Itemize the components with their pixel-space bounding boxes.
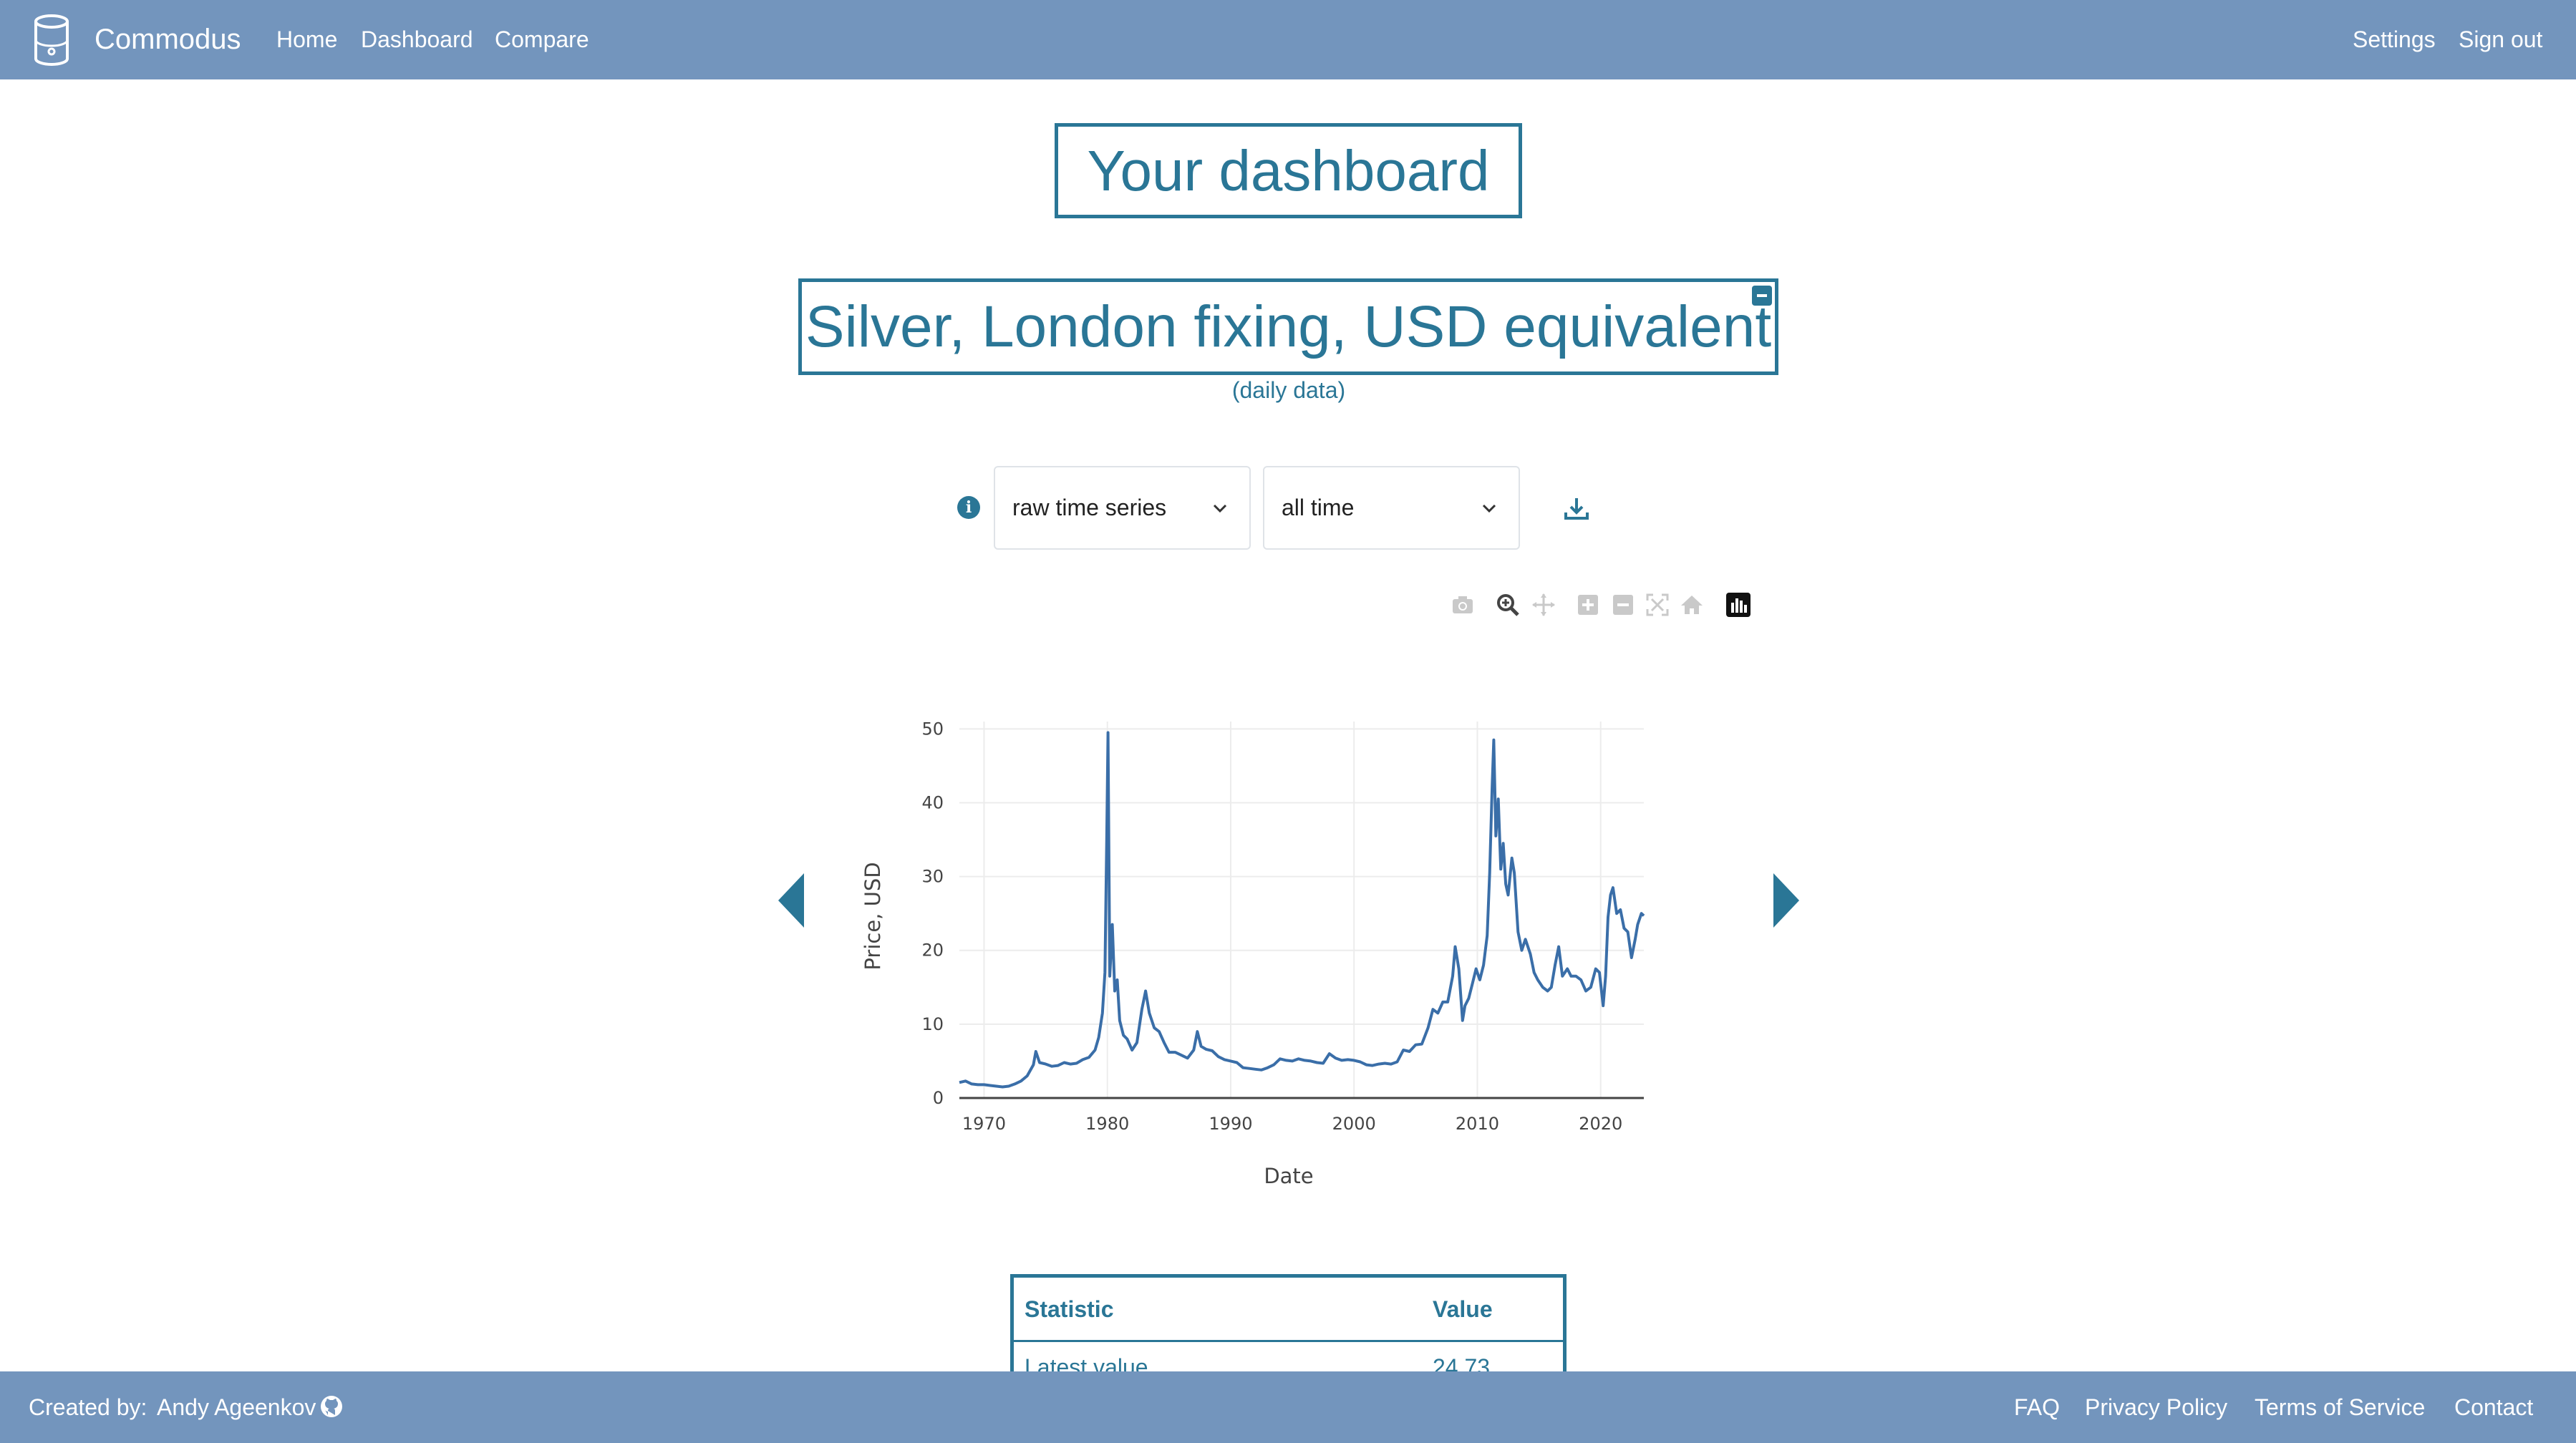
statistics-table: Statistic Value Latest value 24.73 [1010,1274,1567,1374]
y-tick-label: 10 [921,1014,944,1034]
y-tick-label: 0 [933,1088,944,1108]
price-chart[interactable]: 1970 1980 1990 2000 2010 2020 0 10 20 30 40 50 Date… [823,687,1668,1202]
transform-select[interactable]: raw time series [994,466,1251,550]
zoom-icon[interactable] [1494,591,1521,618]
range-select-value: all time [1282,495,1355,520]
chart-grid [959,722,1644,1098]
y-tick-label: 30 [921,867,944,887]
top-navbar: Commodus Home Dashboard Compare Settings… [0,0,2576,79]
zoom-out-icon[interactable] [1609,591,1637,618]
y-tick-label: 40 [921,792,944,812]
x-axis-label: Date [1264,1164,1313,1188]
nav-home-link[interactable]: Home [276,24,337,54]
y-tick-label: 50 [921,719,944,739]
transform-select-value: raw time series [1012,495,1167,520]
nav-dashboard-link[interactable]: Dashboard [361,24,473,54]
pan-icon[interactable] [1530,591,1557,618]
statistic-column-header: Statistic [1025,1296,1114,1322]
frequency-subtitle: (daily data) [1231,377,1346,403]
info-icon[interactable]: i [957,496,980,519]
author-link[interactable]: Andy Ageenkov [157,1393,316,1422]
value-column-header: Value [1433,1296,1493,1322]
camera-icon[interactable] [1449,591,1476,618]
database-logo-icon[interactable] [29,11,74,69]
footer-contact-link[interactable]: Contact [2454,1393,2533,1422]
series-title: Silver, London fixing, USD equivalent [798,278,1778,375]
autoscale-icon[interactable] [1644,591,1671,618]
footer-terms-link[interactable]: Terms of Service [2255,1393,2425,1422]
chevron-down-icon [1213,504,1227,513]
previous-chart-arrow-icon[interactable] [775,872,807,929]
footer-faq-link[interactable]: FAQ [2014,1393,2060,1422]
x-tick-label: 2000 [1332,1114,1376,1134]
footer-privacy-link[interactable]: Privacy Policy [2085,1393,2227,1422]
plotly-logo-icon[interactable] [1725,591,1752,618]
next-chart-arrow-icon[interactable] [1771,872,1802,929]
nav-settings-link[interactable]: Settings [2353,24,2436,54]
x-tick-label: 1970 [962,1114,1006,1134]
brand-name[interactable]: Commodus [95,21,241,57]
y-axis-label: Price, USD [861,862,885,970]
zoom-in-icon[interactable] [1574,591,1602,618]
chart-line-layer [959,731,1645,1089]
download-icon[interactable] [1561,494,1592,524]
x-tick-label: 2010 [1456,1114,1499,1134]
x-tick-label: 1990 [1209,1114,1252,1134]
collapse-minus-icon[interactable] [1752,286,1772,306]
reset-axes-icon[interactable] [1678,591,1705,618]
nav-compare-link[interactable]: Compare [495,24,589,54]
x-tick-label: 2020 [1579,1114,1622,1134]
chevron-down-icon [1482,504,1496,513]
footer: Created by: Andy Ageenkov FAQ Privacy Po… [0,1371,2576,1443]
range-select[interactable]: all time [1263,466,1520,550]
created-by-label: Created by: [29,1394,147,1420]
y-tick-label: 20 [921,941,944,961]
github-icon[interactable] [319,1394,344,1419]
x-tick-label: 1980 [1085,1114,1129,1134]
price-series-line[interactable] [959,731,1645,1089]
page-title: Your dashboard [1055,123,1522,218]
nav-signout-link[interactable]: Sign out [2459,24,2542,54]
